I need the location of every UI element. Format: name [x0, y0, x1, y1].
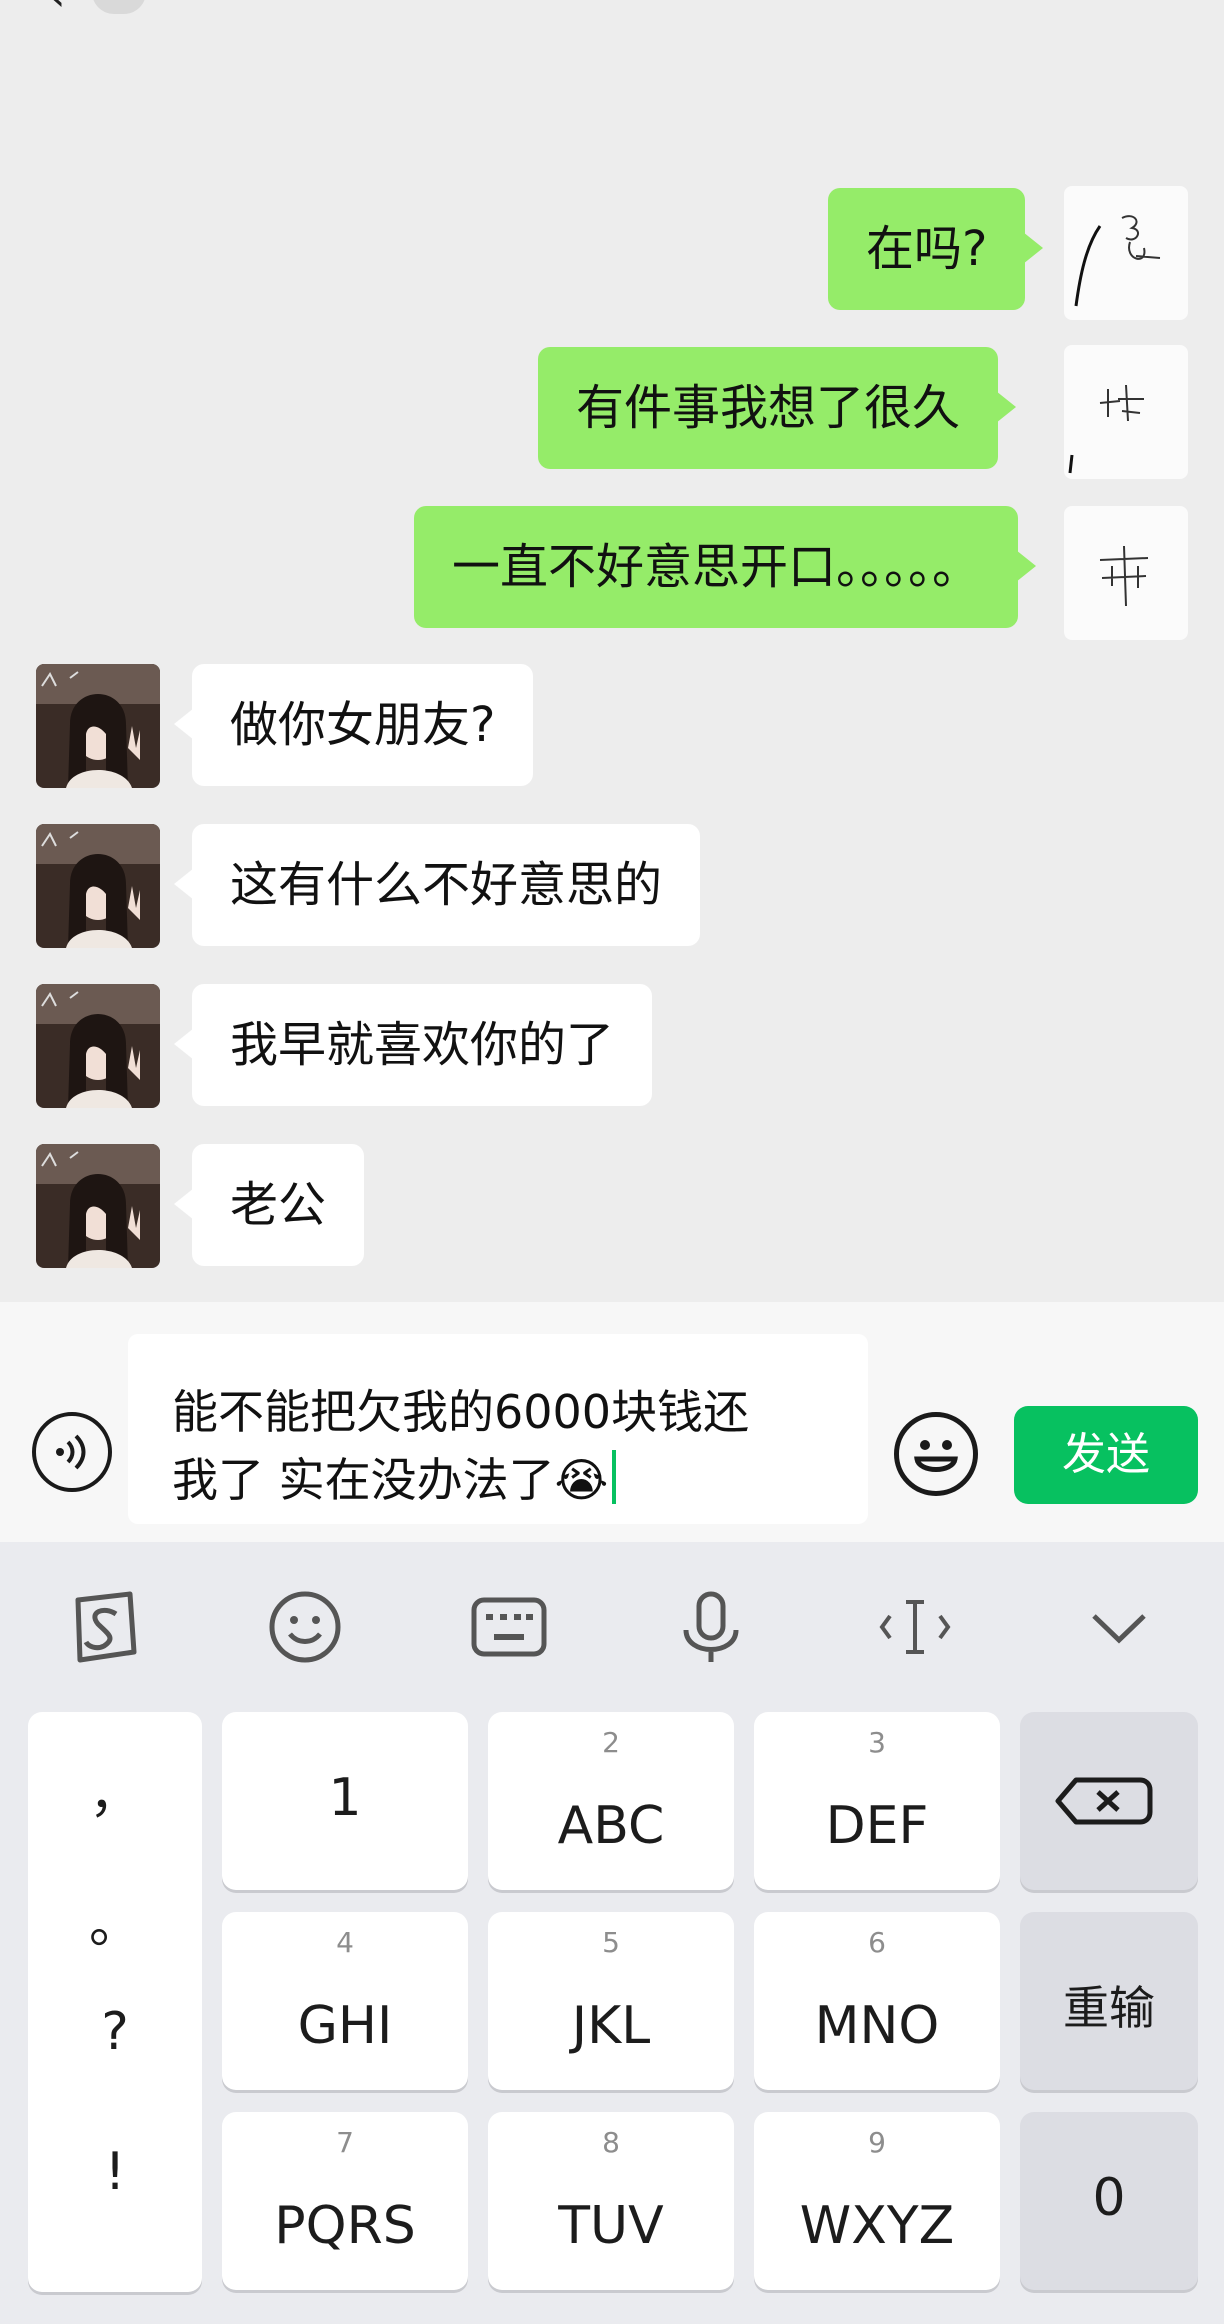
message-bubble[interactable]: 一直不好意思开口。。。。。: [414, 506, 1037, 628]
punctuation-key[interactable]: 。: [28, 1882, 202, 1957]
punctuation-column: ， 。 ? !: [28, 1712, 202, 2292]
emoji-icon[interactable]: [894, 1412, 978, 1496]
self-avatar[interactable]: [1064, 186, 1188, 320]
contact-avatar[interactable]: [36, 824, 160, 948]
reinput-key[interactable]: 重输: [1020, 1912, 1198, 2090]
punctuation-key[interactable]: !: [28, 2142, 202, 2202]
key-4[interactable]: 4 GHI: [222, 1912, 468, 2090]
punctuation-key[interactable]: ?: [28, 2002, 202, 2062]
text-caret: [612, 1450, 617, 1504]
key-1[interactable]: 1: [222, 1712, 468, 1890]
self-avatar[interactable]: [1064, 345, 1188, 479]
voice-icon[interactable]: [32, 1412, 112, 1492]
message-bubble[interactable]: 这有什么不好意思的: [173, 824, 701, 946]
sogou-icon[interactable]: [58, 1582, 148, 1672]
key-7[interactable]: 7 PQRS: [222, 2112, 468, 2290]
keyboard: ， 。 ? ! 1 2 ABC 3 DEF 4 GHI 5 JKL 6 MNO …: [0, 1542, 1224, 2324]
collapse-icon[interactable]: [1074, 1582, 1164, 1672]
cursor-icon[interactable]: [870, 1582, 960, 1672]
punctuation-key[interactable]: ，: [28, 1752, 202, 1827]
back-icon[interactable]: ‹: [48, 0, 88, 18]
message-input[interactable]: 能不能把欠我的6000块钱还 我了 实在没办法了😭: [128, 1334, 868, 1524]
self-avatar[interactable]: [1064, 506, 1188, 640]
backspace-key[interactable]: [1020, 1712, 1198, 1890]
emoji-icon[interactable]: [260, 1582, 350, 1672]
key-6[interactable]: 6 MNO: [754, 1912, 1000, 2090]
key-0[interactable]: 0: [1020, 2112, 1198, 2290]
send-button[interactable]: 发送: [1014, 1406, 1198, 1504]
microphone-icon[interactable]: [666, 1582, 756, 1672]
contact-avatar[interactable]: [36, 664, 160, 788]
input-text-line: 能不能把欠我的6000块钱还: [172, 1385, 750, 1439]
key-8[interactable]: 8 TUV: [488, 2112, 734, 2290]
key-9[interactable]: 9 WXYZ: [754, 2112, 1000, 2290]
key-5[interactable]: 5 JKL: [488, 1912, 734, 2090]
message-bubble[interactable]: 在吗?: [828, 188, 1045, 310]
unread-badge: [92, 0, 146, 14]
message-bubble[interactable]: 有件事我想了很久: [538, 347, 1017, 469]
contact-avatar[interactable]: [36, 984, 160, 1108]
input-text-line: 我了 实在没办法了😭: [172, 1453, 609, 1507]
message-bubble[interactable]: 我早就喜欢你的了: [173, 984, 653, 1106]
message-bubble[interactable]: 做你女朋友?: [173, 664, 534, 786]
input-bar: 能不能把欠我的6000块钱还 我了 实在没办法了😭 发送: [0, 1302, 1224, 1542]
message-bubble[interactable]: 老公: [173, 1144, 365, 1266]
key-2[interactable]: 2 ABC: [488, 1712, 734, 1890]
keyboard-icon[interactable]: [464, 1582, 554, 1672]
key-3[interactable]: 3 DEF: [754, 1712, 1000, 1890]
contact-avatar[interactable]: [36, 1144, 160, 1268]
